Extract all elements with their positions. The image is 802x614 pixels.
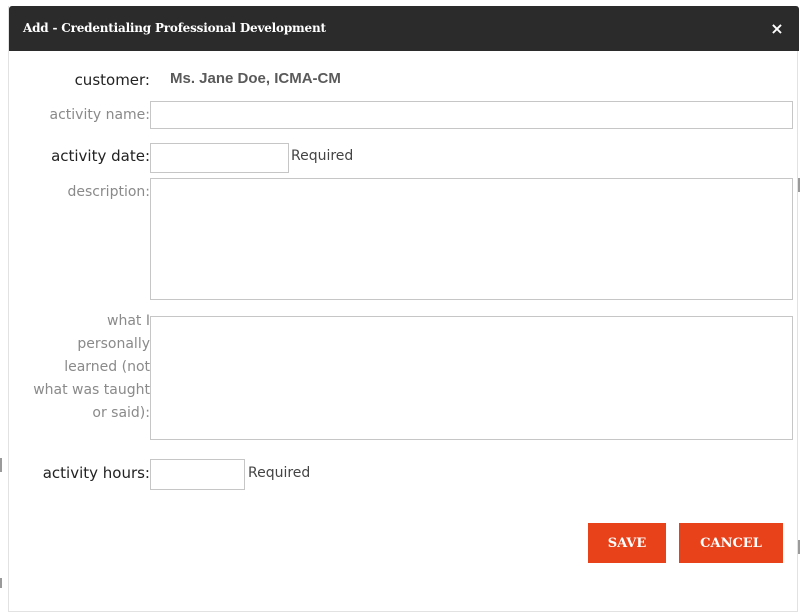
activity-name-input[interactable] [150,101,793,129]
background-edge [798,178,800,192]
background-edge [798,540,800,554]
dialog-titlebar: Add - Credentialing Professional Develop… [9,6,799,51]
learned-label-line: personally [77,336,150,352]
activity-hours-label: activity hours: [42,464,150,482]
activity-date-label: activity date: [51,147,150,165]
activity-name-label: activity name: [49,107,150,123]
save-button[interactable]: SAVE [588,523,666,563]
activity-hours-required-note: Required [248,465,311,481]
learned-label-line: what I [107,313,150,329]
activity-hours-input[interactable] [150,459,245,490]
learned-label-line: learned (not [64,359,150,375]
description-label: description: [67,184,150,200]
customer-value: Ms. Jane Doe, ICMA-CM [170,70,341,87]
close-icon[interactable]: × [766,18,788,40]
add-professional-development-dialog: Add - Credentialing Professional Develop… [8,6,799,612]
activity-date-required-note: Required [291,148,354,164]
learned-label-line: or said): [92,405,150,421]
learned-label-line: what was taught [33,382,150,398]
dialog-title: Add - Credentialing Professional Develop… [23,21,326,35]
background-edge [0,458,2,472]
description-textarea[interactable] [150,178,793,300]
activity-date-input[interactable] [150,143,289,173]
background-edge [0,578,2,588]
learned-textarea[interactable] [150,316,793,440]
cancel-button[interactable]: CANCEL [679,523,783,563]
learned-label: what I personally learned (not what was … [33,310,150,425]
customer-label: customer: [74,71,150,89]
